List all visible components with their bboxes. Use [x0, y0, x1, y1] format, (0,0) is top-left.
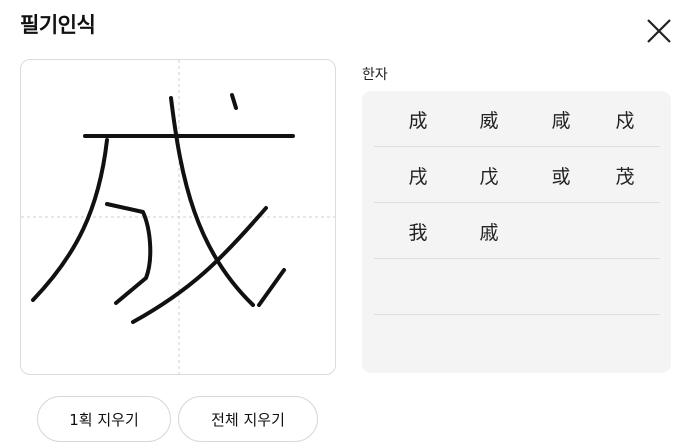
candidate-char[interactable]: 我	[388, 203, 448, 259]
result-row	[374, 259, 660, 315]
result-row: 成 威 咸 戍	[374, 91, 660, 147]
candidate-char[interactable]: 戊	[459, 147, 519, 203]
candidate-char[interactable]: 威	[459, 91, 519, 147]
candidate-char[interactable]: 戚	[459, 203, 519, 259]
result-category-label: 한자	[362, 67, 388, 83]
handwriting-canvas[interactable]	[20, 59, 336, 375]
candidate-char[interactable]: 戍	[595, 91, 655, 147]
candidate-char[interactable]: 戌	[388, 147, 448, 203]
page-title: 필기인식	[20, 13, 96, 37]
handwritten-strokes	[31, 93, 295, 324]
result-panel: 成 威 咸 戍 戌 戊 或 茂 我 戚	[362, 91, 671, 373]
candidate-char[interactable]: 成	[388, 91, 448, 147]
result-row: 戌 戊 或 茂	[374, 147, 660, 203]
candidate-char[interactable]: 茂	[595, 147, 655, 203]
close-button[interactable]	[644, 16, 674, 46]
undo-stroke-button[interactable]: 1획 지우기	[37, 396, 171, 442]
close-icon	[647, 19, 671, 43]
result-row: 我 戚	[374, 203, 660, 259]
candidate-char[interactable]: 或	[531, 147, 591, 203]
clear-all-button[interactable]: 전체 지우기	[178, 396, 318, 442]
candidate-char[interactable]: 咸	[531, 91, 591, 147]
